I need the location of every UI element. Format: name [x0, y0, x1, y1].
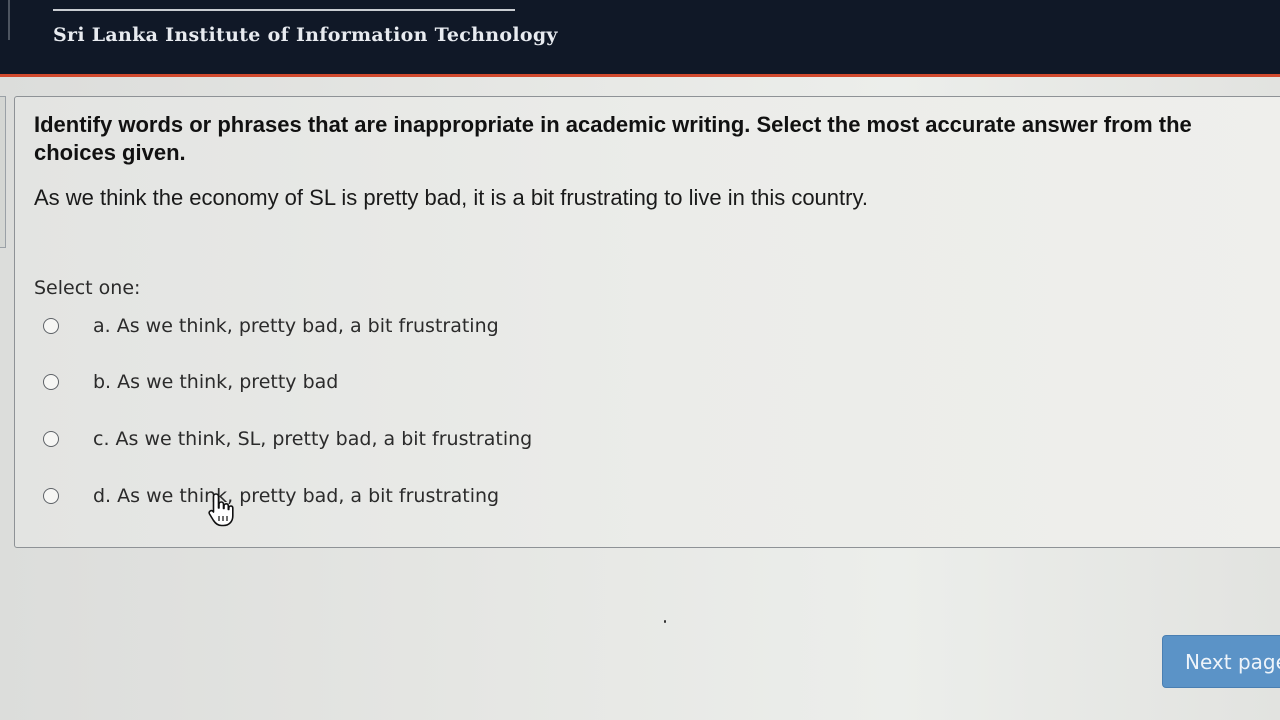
site-header: Sri Lanka Institute of Information Techn… [0, 0, 1280, 77]
radio-button-b[interactable] [43, 374, 59, 390]
radio-button-d[interactable] [43, 488, 59, 504]
question-instruction: Identify words or phrases that are inapp… [34, 112, 1192, 165]
screen-speck [664, 620, 666, 623]
option-c-label[interactable]: c. As we think, SL, pretty bad, a bit fr… [93, 428, 532, 450]
select-one-prompt: Select one: [34, 277, 141, 299]
left-edge-panel [0, 96, 6, 248]
option-b-label[interactable]: b. As we think, pretty bad [93, 371, 338, 393]
question-card: Identify words or phrases that are inapp… [14, 96, 1280, 548]
radio-button-a[interactable] [43, 318, 59, 334]
radio-button-c[interactable] [43, 431, 59, 447]
option-d-label[interactable]: d. As we think, pretty bad, a bit frustr… [93, 485, 499, 507]
option-d[interactable]: d. As we think, pretty bad, a bit frustr… [43, 481, 499, 511]
option-b[interactable]: b. As we think, pretty bad [43, 367, 338, 397]
option-c[interactable]: c. As we think, SL, pretty bad, a bit fr… [43, 424, 532, 454]
option-a[interactable]: a. As we think, pretty bad, a bit frustr… [43, 311, 499, 341]
institution-name: Sri Lanka Institute of Information Techn… [53, 24, 558, 46]
question-stem: As we think the economy of SL is pretty … [34, 185, 868, 210]
option-a-label[interactable]: a. As we think, pretty bad, a bit frustr… [93, 315, 499, 337]
header-divider [53, 9, 515, 11]
next-page-button[interactable]: Next page [1162, 635, 1280, 688]
quiz-page: Sri Lanka Institute of Information Techn… [0, 0, 1280, 720]
hand-pointer-icon [208, 493, 234, 527]
header-edge-mark [0, 0, 10, 40]
